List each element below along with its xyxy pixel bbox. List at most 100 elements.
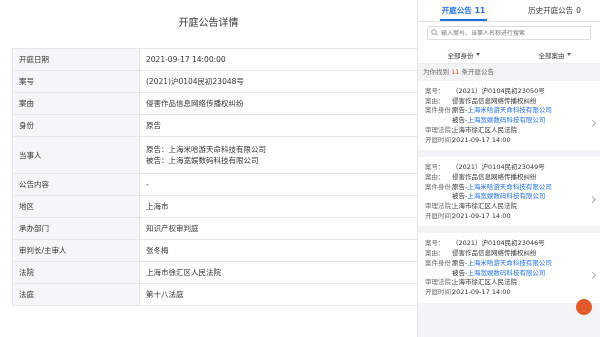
row-department: 承办部门 知识产权审判庭 [12, 218, 417, 240]
search-input[interactable] [441, 29, 590, 37]
row-value: 第十八法庭 [140, 284, 417, 305]
court-value: 上海市徐汇区人民法院 [452, 125, 517, 134]
time-value: 2021-09-17 14:00 [452, 135, 511, 144]
time-value: 2021-09-17 14:00 [452, 211, 511, 220]
row-role: 身份 原告 [12, 115, 417, 137]
row-value: 原告：上海米哈游天命科技有限公司 被告：上海宽娱数码科技有限公司 [140, 137, 417, 173]
court-value: 上海市徐汇区人民法院 [452, 278, 517, 287]
cause-value: 侵害作品信息网络传播权纠纷 [452, 96, 537, 105]
announcement-card[interactable]: 案号： （2021）沪0104民初23050号 案由： 侵害作品信息网络传播权纠纷 … [418, 81, 600, 151]
page-root: 开庭公告详情 开庭日期 2021-09-17 14:00:00 案号 (2021… [0, 0, 600, 337]
tab-historical-announcements[interactable]: 历史开庭公告 0 [509, 0, 600, 21]
defendant-prefix: 被告- [452, 192, 468, 201]
row-courtroom: 法庭 第十八法庭 [12, 284, 417, 306]
defendant-link[interactable]: 被告：上海宽娱数码科技有限公司 [146, 155, 417, 166]
court-label: 审理法院： [425, 278, 458, 287]
announcement-card[interactable]: 案号： （2021）沪0104民初23049号 案由： 侵害作品信息网络传播权纠纷 … [418, 157, 600, 227]
tab-label: 开庭公告 [441, 6, 472, 15]
cause-value: 侵害作品信息网络传播权纠纷 [452, 172, 537, 181]
row-label: 承办部门 [12, 218, 140, 239]
cause-label: 案由： [425, 249, 445, 258]
filter-bar: 全部身份 全部案由 [418, 46, 600, 64]
time-label: 开庭时间： [425, 287, 458, 296]
row-label: 案由 [12, 93, 140, 114]
cause-label: 案由： [425, 172, 445, 181]
defendant-link[interactable]: 上海宽娱数码科技有限公司 [467, 269, 545, 279]
row-value: 上海市徐汇区人民法院 [140, 262, 417, 283]
row-value: 侵害作品信息网络传播权纠纷 [140, 93, 417, 114]
tab-bar: 开庭公告 11 历史开庭公告 0 [418, 0, 600, 22]
row-value: 原告 [140, 115, 417, 136]
row-label: 公告内容 [12, 174, 140, 195]
row-value: 上海市 [140, 196, 417, 217]
row-value: 知识产权审判庭 [140, 218, 417, 239]
tab-label: 历史开庭公告 [528, 6, 574, 15]
caret-down-icon [475, 53, 480, 56]
defendant-link[interactable]: 上海宽娱数码科技有限公司 [467, 192, 545, 202]
time-label: 开庭时间： [425, 135, 458, 144]
result-prefix: 为你找到 [423, 68, 449, 76]
announcement-card[interactable]: 案号： （2021）沪0104民初23046号 案由： 侵害作品信息网络传播权纠纷 … [418, 233, 600, 303]
row-region: 地区 上海市 [12, 196, 417, 218]
role-label: 案件身份： [425, 106, 458, 115]
detail-table: 开庭日期 2021-09-17 14:00:00 案号 (2021)沪0104民… [12, 48, 417, 306]
tab-count: 11 [474, 6, 486, 15]
case-no-value: （2021）沪0104民初23050号 [452, 87, 545, 95]
announcement-card-list: 案号： （2021）沪0104民初23050号 案由： 侵害作品信息网络传播权纠纷 … [418, 81, 600, 310]
row-label: 法庭 [12, 284, 140, 305]
plaintiff-prefix: 原告- [452, 182, 468, 191]
result-suffix: 条开庭公告 [461, 68, 494, 76]
cause-value: 侵害作品信息网络传播权纠纷 [146, 99, 244, 108]
department-value: 知识产权审判庭 [146, 224, 199, 233]
content-value: - [146, 180, 149, 189]
announcement-detail: 开庭公告详情 开庭日期 2021-09-17 14:00:00 案号 (2021… [0, 0, 417, 337]
plaintiff-link[interactable]: 上海米哈游天命科技有限公司 [467, 183, 552, 193]
cause-value: 侵害作品信息网络传播权纠纷 [452, 249, 537, 258]
announcement-list-panel: 开庭公告 11 历史开庭公告 0 全部身份 全部案由 [417, 0, 600, 337]
row-value: 2021-09-17 14:00:00 [140, 49, 417, 70]
row-judge: 审判长/主审人 张冬梅 [12, 240, 417, 262]
filter-label: 全部案由 [538, 51, 565, 60]
plaintiff-prefix: 原告- [452, 106, 468, 115]
defendant-link[interactable]: 上海宽娱数码科技有限公司 [467, 116, 545, 126]
plaintiff-prefix: 原告- [452, 258, 468, 267]
plaintiff-link[interactable]: 上海米哈游天命科技有限公司 [467, 106, 552, 116]
row-label: 审判长/主审人 [12, 240, 140, 261]
row-cause: 案由 侵害作品信息网络传播权纠纷 [12, 93, 417, 115]
tab-hearing-announcements[interactable]: 开庭公告 11 [418, 0, 509, 21]
cause-filter-dropdown[interactable]: 全部案由 [509, 46, 600, 63]
row-label: 地区 [12, 196, 140, 217]
row-parties: 当事人 原告：上海米哈游天命科技有限公司 被告：上海宽娱数码科技有限公司 [12, 137, 417, 174]
row-label: 案号 [12, 71, 140, 92]
row-value: 张冬梅 [140, 240, 417, 261]
search-box [427, 26, 591, 40]
search-icon [431, 28, 438, 38]
row-value: (2021)沪0104民初23048号 [140, 71, 417, 92]
filter-label: 全部身份 [447, 51, 474, 60]
case-no-value: （2021）沪0104民初23049号 [452, 163, 545, 172]
page-title: 开庭公告详情 [178, 18, 239, 29]
case-no-label: 案号： [425, 87, 445, 95]
plaintiff-link[interactable]: 原告：上海米哈游天命科技有限公司 [146, 144, 417, 155]
court-value: 上海市徐汇区人民法院 [146, 268, 221, 277]
row-court: 法院 上海市徐汇区人民法院 [12, 262, 417, 284]
cause-label: 案由： [425, 96, 445, 105]
role-label: 案件身份： [425, 258, 458, 267]
defendant-prefix: 被告- [452, 268, 468, 277]
row-hearing-date: 开庭日期 2021-09-17 14:00:00 [12, 49, 417, 71]
hearing-date-value: 2021-09-17 14:00:00 [146, 55, 226, 64]
role-value: 原告 [146, 121, 161, 130]
search-bar [418, 22, 600, 46]
court-value: 上海市徐汇区人民法院 [452, 202, 517, 211]
case-no-value: （2021）沪0104民初23046号 [452, 239, 545, 248]
case-number-value: (2021)沪0104民初23048号 [146, 77, 244, 86]
floating-action-icon[interactable] [576, 299, 592, 315]
role-filter-dropdown[interactable]: 全部身份 [418, 46, 509, 63]
result-number: 11 [451, 68, 460, 76]
case-no-label: 案号： [425, 163, 445, 172]
row-label: 当事人 [12, 137, 140, 173]
row-label: 法院 [12, 262, 140, 283]
time-label: 开庭时间： [425, 211, 458, 220]
plaintiff-link[interactable]: 上海米哈游天命科技有限公司 [467, 259, 552, 269]
row-content: 公告内容 - [12, 174, 417, 196]
